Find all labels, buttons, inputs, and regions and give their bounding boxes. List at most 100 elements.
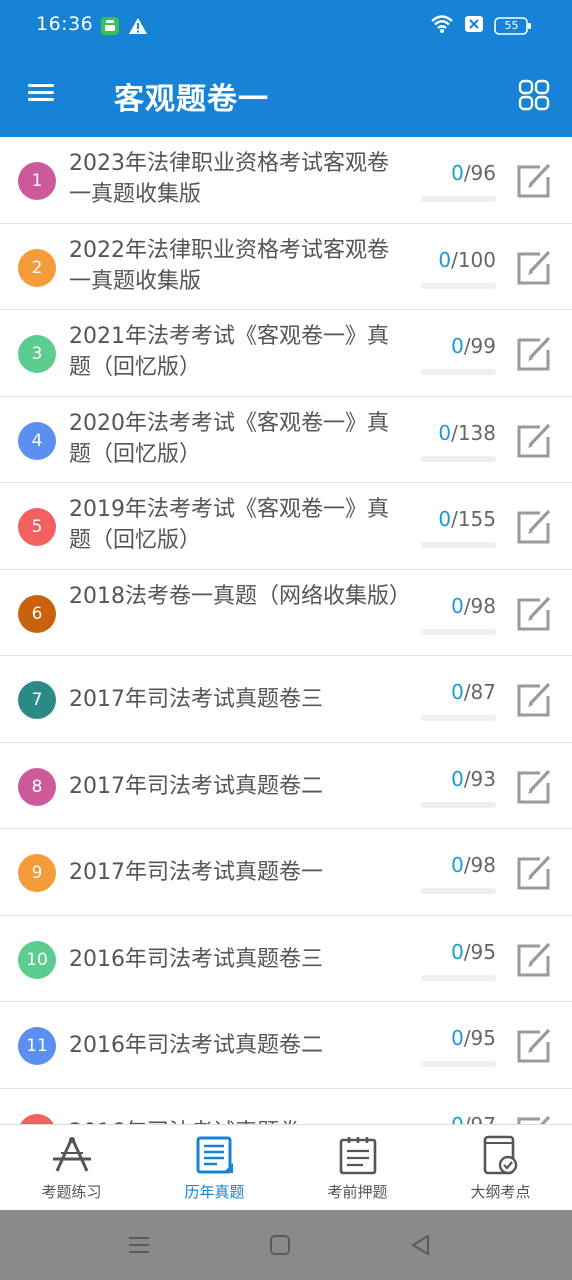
item-progress: 0/95 <box>416 1026 496 1050</box>
edit-button[interactable] <box>514 1113 554 1124</box>
nav-item-outline[interactable]: 大纲考点 <box>429 1125 572 1210</box>
item-title[interactable]: 2023年法律职业资格考试客观卷一真题收集版 <box>69 148 404 210</box>
item-progress: 0/97 <box>416 1113 496 1125</box>
item-progress-bar <box>421 1061 496 1067</box>
warning-icon <box>128 16 148 40</box>
edit-button[interactable] <box>514 334 554 372</box>
item-progress-done: 0 <box>451 680 464 704</box>
edit-button[interactable] <box>514 421 554 459</box>
item-progress: 0/100 <box>416 248 496 272</box>
compass-icon <box>52 1137 91 1172</box>
item-title[interactable]: 2022年法律职业资格考试客观卷一真题收集版 <box>69 235 404 297</box>
system-nav-bar <box>0 1210 572 1280</box>
item-progress-total: /98 <box>463 853 496 877</box>
edit-button[interactable] <box>514 248 554 286</box>
nav-label-outline: 大纲考点 <box>470 1183 531 1201</box>
edit-icon <box>517 163 551 198</box>
edit-icon <box>517 769 551 803</box>
item-progress-total: /97 <box>464 1113 496 1125</box>
item-progress: 0/155 <box>416 507 496 531</box>
item-progress: 0/98 <box>416 853 496 877</box>
hamburger-icon <box>28 84 54 87</box>
item-number-badge: 8 <box>18 767 56 806</box>
item-progress-done: 0 <box>438 507 452 531</box>
item-progress: 0/96 <box>416 161 496 185</box>
list-item[interactable]: 10 2016年司法考试真题卷三 0/95 <box>0 916 572 1002</box>
item-title[interactable]: 2018法考卷一真题（网络收集版） <box>69 581 411 612</box>
item-progress-total: /96 <box>463 161 496 185</box>
item-progress-done: 0 <box>451 939 464 964</box>
item-title[interactable]: 2017年司法考试真题卷三 <box>69 684 404 715</box>
list-item[interactable]: 11 2016年司法考试真题卷二 0/95 <box>0 1002 572 1089</box>
item-title[interactable]: 2017年司法考试真题卷一 <box>69 857 404 888</box>
item-title[interactable]: 2019年法考考试《客观卷一》真题（回忆版） <box>69 494 404 556</box>
list-item[interactable]: 4 2020年法考考试《客观卷一》真题（回忆版） 0/138 <box>0 397 572 483</box>
item-progress-total: /95 <box>463 939 496 964</box>
item-progress-done: 0 <box>451 1026 464 1050</box>
item-number-badge: 1 <box>18 162 56 200</box>
list-item[interactable]: 1 2023年法律职业资格考试客观卷一真题收集版 0/96 <box>0 137 572 224</box>
item-progress: 0/87 <box>416 680 496 704</box>
edit-button[interactable] <box>514 940 554 978</box>
list-item[interactable]: 3 2021年法考考试《客观卷一》真题（回忆版） 0/99 <box>0 310 572 397</box>
wifi-icon <box>430 14 454 38</box>
item-progress-bar <box>421 628 496 635</box>
menu-lines-icon <box>129 1237 149 1253</box>
status-bar: 16:36 55 <box>0 0 572 52</box>
battery-level: 55 <box>504 19 519 32</box>
item-progress-done: 0 <box>451 853 464 877</box>
list-item[interactable]: 12 2016年司法考试真题卷一 0/97 <box>0 1089 572 1125</box>
list-item[interactable]: 9 2017年司法考试真题卷一 0/98 <box>0 829 572 916</box>
battery-icon: 55 <box>494 16 532 36</box>
edit-button[interactable] <box>514 161 554 199</box>
item-title[interactable]: 2020年法考考试《客观卷一》真题（回忆版） <box>69 408 404 470</box>
item-title[interactable]: 2016年司法考试真题卷二 <box>69 1030 404 1061</box>
edit-icon <box>517 336 551 371</box>
nav-item-predict[interactable]: 考前押题 <box>286 1125 429 1210</box>
item-progress-done: 0 <box>438 247 452 272</box>
item-number-badge: 2 <box>18 248 56 287</box>
edit-button[interactable] <box>514 680 554 718</box>
edit-icon <box>517 509 551 544</box>
item-progress-done: 0 <box>451 334 464 358</box>
item-progress-total: /138 <box>451 420 496 445</box>
nav-item-past-exams[interactable]: 历年真题 <box>143 1125 286 1210</box>
list-item[interactable]: 8 2017年司法考试真题卷二 0/93 <box>0 743 572 829</box>
document-edit-icon <box>196 1136 233 1174</box>
list-item[interactable]: 2 2022年法律职业资格考试客观卷一真题收集版 0/100 <box>0 224 572 310</box>
recent-apps-button[interactable] <box>126 1232 152 1258</box>
item-progress-done: 0 <box>451 593 464 618</box>
grid-view-button[interactable] <box>518 79 550 111</box>
item-title[interactable]: 2017年司法考试真题卷二 <box>69 771 404 802</box>
edit-button[interactable] <box>514 594 554 632</box>
edit-button[interactable] <box>514 767 554 805</box>
edit-icon <box>517 1028 551 1063</box>
item-progress-total: /95 <box>463 1026 496 1050</box>
menu-button[interactable] <box>28 80 62 110</box>
nav-label-practice: 考题练习 <box>41 1183 102 1201</box>
list-item[interactable]: 7 2017年司法考试真题卷三 0/87 <box>0 656 572 743</box>
home-button[interactable] <box>267 1232 293 1258</box>
page-title: 客观题卷一 <box>114 82 269 117</box>
item-number-badge: 9 <box>18 854 56 892</box>
item-number-badge: 10 <box>18 940 56 979</box>
top-bar: 16:36 55 客观题卷一 <box>0 0 572 137</box>
item-progress-bar <box>421 888 496 894</box>
item-progress: 0/93 <box>416 767 496 791</box>
back-button[interactable] <box>408 1232 434 1258</box>
item-progress-bar <box>421 455 496 462</box>
edit-button[interactable] <box>514 853 554 891</box>
edit-button[interactable] <box>514 1026 554 1064</box>
item-title[interactable]: 2016年司法考试真题卷三 <box>69 944 404 975</box>
item-title[interactable]: 2021年法考考试《客观卷一》真题（回忆版） <box>69 321 404 383</box>
item-progress-total: /100 <box>451 247 496 272</box>
nav-item-practice[interactable]: 考题练习 <box>0 1125 143 1210</box>
nav-label-predict: 考前押题 <box>327 1183 388 1201</box>
list-item[interactable]: 6 2018法考卷一真题（网络收集版） 0/98 <box>0 570 572 656</box>
edit-button[interactable] <box>514 507 554 545</box>
list-item[interactable]: 5 2019年法考考试《客观卷一》真题（回忆版） 0/155 <box>0 483 572 570</box>
edit-icon <box>517 855 551 890</box>
edit-icon <box>517 942 551 976</box>
item-title[interactable]: 2016年司法考试真题卷一 <box>69 1117 404 1125</box>
status-time: 16:36 <box>36 13 94 35</box>
